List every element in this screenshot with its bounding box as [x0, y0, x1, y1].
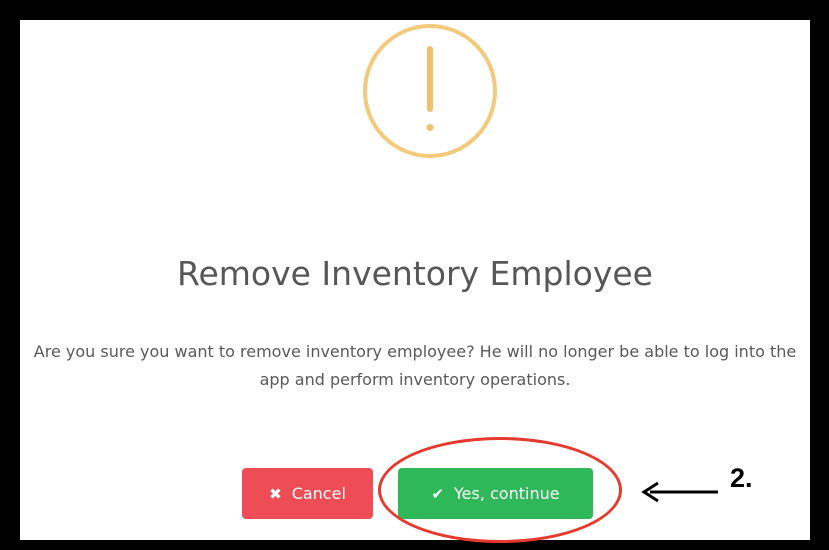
confirmation-dialog: Remove Inventory Employee Are you sure y… [20, 20, 810, 540]
x-icon: ✖ [269, 484, 282, 503]
dialog-message: Are you sure you want to remove inventor… [33, 342, 797, 389]
warning-exclamation-icon [363, 24, 497, 158]
screenshot-frame: Remove Inventory Employee Are you sure y… [0, 0, 829, 550]
cancel-button[interactable]: ✖ Cancel [242, 468, 373, 519]
yes-continue-button[interactable]: ✔ Yes, continue [398, 468, 593, 519]
exclamation-bar [427, 46, 433, 112]
cancel-button-label: Cancel [291, 484, 346, 503]
check-icon: ✔ [431, 484, 444, 503]
yes-continue-button-label: Yes, continue [454, 484, 560, 503]
step-number-label: 2. [730, 463, 753, 493]
exclamation-dot [426, 124, 434, 131]
dialog-title: Remove Inventory Employee [177, 254, 653, 293]
